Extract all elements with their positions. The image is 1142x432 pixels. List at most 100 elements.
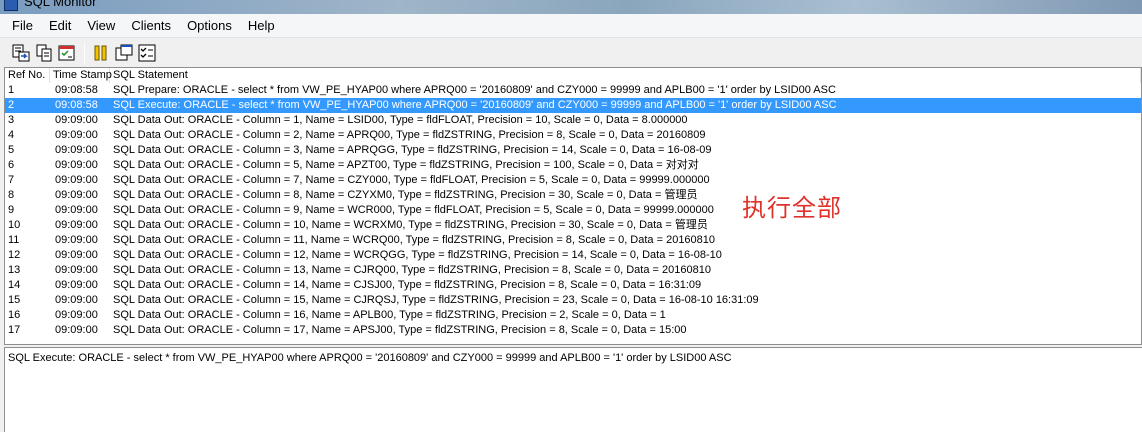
cell-time-stamp: 09:09:00 bbox=[55, 309, 98, 321]
cell-sql-statement: SQL Data Out: ORACLE - Column = 1, Name … bbox=[113, 114, 688, 126]
table-row[interactable]: 2 09:08:58 SQL Execute: ORACLE - select * … bbox=[5, 98, 1141, 113]
cell-sql-statement: SQL Data Out: ORACLE - Column = 16, Name… bbox=[113, 309, 666, 321]
window-title: SQL Monitor bbox=[24, 0, 97, 9]
clear-icon bbox=[115, 44, 133, 61]
header-ref-no[interactable]: Ref No. bbox=[5, 68, 50, 83]
cell-sql-statement: SQL Data Out: ORACLE - Column = 8, Name … bbox=[113, 189, 698, 201]
cell-ref-no: 14 bbox=[8, 279, 21, 291]
cell-sql-statement: SQL Data Out: ORACLE - Column = 12, Name… bbox=[113, 249, 722, 261]
cell-time-stamp: 09:09:00 bbox=[55, 114, 98, 126]
cell-sql-statement: SQL Data Out: ORACLE - Column = 15, Name… bbox=[113, 294, 759, 306]
list-body: 1 09:08:58 SQL Prepare: ORACLE - select * … bbox=[5, 83, 1141, 338]
table-row[interactable]: 4 09:09:00 SQL Data Out: ORACLE - Column =… bbox=[5, 128, 1141, 143]
menu-file[interactable]: File bbox=[4, 15, 41, 37]
header-time-stamp[interactable]: Time Stamp bbox=[50, 68, 112, 83]
table-row[interactable]: 9 09:09:00 SQL Data Out: ORACLE - Column =… bbox=[5, 203, 1141, 218]
cell-time-stamp: 09:08:58 bbox=[55, 84, 98, 96]
table-row[interactable]: 1 09:08:58 SQL Prepare: ORACLE - select * … bbox=[5, 83, 1141, 98]
cell-sql-statement: SQL Data Out: ORACLE - Column = 14, Name… bbox=[113, 279, 702, 291]
cell-sql-statement: SQL Data Out: ORACLE - Column = 13, Name… bbox=[113, 264, 711, 276]
table-row[interactable]: 10 09:09:00 SQL Data Out: ORACLE - Column … bbox=[5, 218, 1141, 233]
cell-ref-no: 13 bbox=[8, 264, 21, 276]
cell-ref-no: 9 bbox=[8, 204, 15, 216]
clear-button[interactable] bbox=[113, 42, 135, 64]
cell-time-stamp: 09:09:00 bbox=[55, 324, 98, 336]
table-row[interactable]: 16 09:09:00 SQL Data Out: ORACLE - Column … bbox=[5, 308, 1141, 323]
title-bar: SQL Monitor bbox=[0, 0, 1142, 14]
table-row[interactable]: 17 09:09:00 SQL Data Out: ORACLE - Column … bbox=[5, 323, 1141, 338]
properties-icon bbox=[58, 45, 75, 61]
cell-ref-no: 3 bbox=[8, 114, 15, 126]
table-row[interactable]: 15 09:09:00 SQL Data Out: ORACLE - Column … bbox=[5, 293, 1141, 308]
cell-sql-statement: SQL Data Out: ORACLE - Column = 9, Name … bbox=[113, 204, 714, 216]
annotation-label: 执行全部 bbox=[742, 194, 842, 222]
cell-time-stamp: 09:09:00 bbox=[55, 264, 98, 276]
cell-sql-statement: SQL Data Out: ORACLE - Column = 7, Name … bbox=[113, 174, 710, 186]
cell-ref-no: 12 bbox=[8, 249, 21, 261]
checklist-icon bbox=[138, 44, 156, 62]
table-row[interactable]: 8 09:09:00 SQL Data Out: ORACLE - Column =… bbox=[5, 188, 1141, 203]
sql-detail-text: SQL Execute: ORACLE - select * from VW_P… bbox=[8, 352, 732, 364]
app-icon bbox=[4, 0, 18, 11]
cell-ref-no: 2 bbox=[8, 99, 15, 111]
table-row[interactable]: 5 09:09:00 SQL Data Out: ORACLE - Column =… bbox=[5, 143, 1141, 158]
table-row[interactable]: 12 09:09:00 SQL Data Out: ORACLE - Column … bbox=[5, 248, 1141, 263]
cell-time-stamp: 09:09:00 bbox=[55, 234, 98, 246]
cell-ref-no: 7 bbox=[8, 174, 15, 186]
cell-ref-no: 6 bbox=[8, 159, 15, 171]
properties-button[interactable] bbox=[56, 42, 78, 64]
sql-detail-pane[interactable]: SQL Execute: ORACLE - select * from VW_P… bbox=[4, 347, 1142, 432]
table-row[interactable]: 11 09:09:00 SQL Data Out: ORACLE - Column … bbox=[5, 233, 1141, 248]
cell-time-stamp: 09:09:00 bbox=[55, 159, 98, 171]
pause-button[interactable] bbox=[90, 42, 112, 64]
cell-sql-statement: SQL Data Out: ORACLE - Column = 2, Name … bbox=[113, 129, 706, 141]
cell-sql-statement: SQL Data Out: ORACLE - Column = 17, Name… bbox=[113, 324, 687, 336]
cell-sql-statement: SQL Execute: ORACLE - select * from VW_P… bbox=[113, 99, 837, 111]
cell-time-stamp: 09:09:00 bbox=[55, 204, 98, 216]
cell-ref-no: 8 bbox=[8, 189, 15, 201]
cell-time-stamp: 09:09:00 bbox=[55, 144, 98, 156]
cell-ref-no: 11 bbox=[8, 234, 20, 246]
menu-edit[interactable]: Edit bbox=[41, 15, 79, 37]
copy-button[interactable] bbox=[33, 42, 55, 64]
export-icon bbox=[12, 44, 30, 62]
copy-icon bbox=[36, 44, 52, 62]
cell-time-stamp: 09:08:58 bbox=[55, 99, 98, 111]
cell-time-stamp: 09:09:00 bbox=[55, 249, 98, 261]
table-row[interactable]: 6 09:09:00 SQL Data Out: ORACLE - Column =… bbox=[5, 158, 1141, 173]
table-row[interactable]: 3 09:09:00 SQL Data Out: ORACLE - Column =… bbox=[5, 113, 1141, 128]
cell-time-stamp: 09:09:00 bbox=[55, 279, 98, 291]
table-row[interactable]: 7 09:09:00 SQL Data Out: ORACLE - Column =… bbox=[5, 173, 1141, 188]
cell-time-stamp: 09:09:00 bbox=[55, 174, 98, 186]
menu-clients[interactable]: Clients bbox=[123, 15, 179, 37]
cell-ref-no: 4 bbox=[8, 129, 15, 141]
cell-ref-no: 1 bbox=[8, 84, 15, 96]
toolbar bbox=[0, 38, 1142, 68]
cell-sql-statement: SQL Data Out: ORACLE - Column = 3, Name … bbox=[113, 144, 712, 156]
cell-time-stamp: 09:09:00 bbox=[55, 219, 98, 231]
pause-icon bbox=[94, 45, 107, 61]
table-row[interactable]: 13 09:09:00 SQL Data Out: ORACLE - Column … bbox=[5, 263, 1141, 278]
menu-help[interactable]: Help bbox=[240, 15, 283, 37]
header-sql-statement[interactable]: SQL Statement bbox=[110, 68, 1141, 83]
cell-ref-no: 17 bbox=[8, 324, 21, 336]
cell-ref-no: 5 bbox=[8, 144, 15, 156]
cell-ref-no: 15 bbox=[8, 294, 21, 306]
menu-view[interactable]: View bbox=[79, 15, 123, 37]
sql-log-list[interactable]: Ref No. Time Stamp SQL Statement 1 09:08:… bbox=[4, 67, 1142, 345]
cell-ref-no: 16 bbox=[8, 309, 21, 321]
checklist-button[interactable] bbox=[136, 42, 158, 64]
table-row[interactable]: 14 09:09:00 SQL Data Out: ORACLE - Column … bbox=[5, 278, 1141, 293]
toolbar-separator bbox=[84, 43, 85, 63]
cell-ref-no: 10 bbox=[8, 219, 21, 231]
list-header: Ref No. Time Stamp SQL Statement bbox=[5, 68, 1141, 83]
cell-sql-statement: SQL Data Out: ORACLE - Column = 11, Name… bbox=[113, 234, 716, 246]
cell-time-stamp: 09:09:00 bbox=[55, 129, 98, 141]
cell-time-stamp: 09:09:00 bbox=[55, 189, 98, 201]
cell-sql-statement: SQL Prepare: ORACLE - select * from VW_P… bbox=[113, 84, 836, 96]
menu-bar: File Edit View Clients Options Help bbox=[0, 14, 1142, 38]
cell-sql-statement: SQL Data Out: ORACLE - Column = 10, Name… bbox=[113, 219, 708, 231]
menu-options[interactable]: Options bbox=[179, 15, 240, 37]
cell-sql-statement: SQL Data Out: ORACLE - Column = 5, Name … bbox=[113, 159, 699, 171]
export-button[interactable] bbox=[10, 42, 32, 64]
